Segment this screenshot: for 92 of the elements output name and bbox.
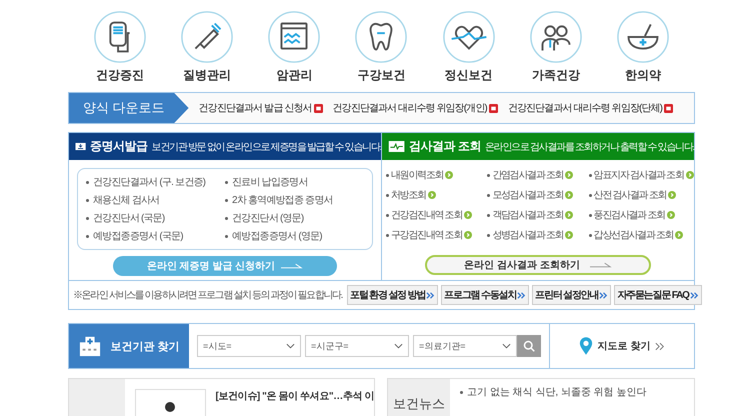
bullet-icon [588, 234, 592, 236]
panel-title: 증명서발급 [90, 138, 148, 155]
pdf-icon [488, 104, 498, 112]
category-label[interactable]: 구강보건 [357, 67, 406, 84]
go-arrow-icon[interactable] [565, 171, 574, 179]
bullet-icon [225, 180, 228, 184]
notice-text: ※온라인 서비스를 이용하시려면 프로그램 설치 등의 과정이 필요합니다. [73, 289, 342, 302]
form-download-link[interactable]: 건강진단결과서 발급 신청서 [198, 101, 323, 115]
result-link[interactable]: 모성검사결과 조회 [492, 188, 564, 202]
bullet-icon [86, 216, 89, 220]
iv-bag-icon[interactable] [93, 10, 147, 64]
go-arrow-icon[interactable] [565, 211, 574, 219]
certificate-link[interactable]: 진료비 납입증명서 [232, 175, 308, 189]
form-download-link[interactable]: 건강진단결과서 대리수령 위임장(개인) [332, 101, 498, 115]
panel-description: 보건기관 방문 없이 온라인으로 제증명을 발급할 수 있습니다. [152, 140, 381, 154]
go-arrow-icon[interactable] [565, 231, 574, 239]
bullet-icon [487, 194, 490, 196]
certificate-link[interactable]: 건강진단결과서 (구. 보건증) [93, 175, 206, 189]
go-arrow-icon[interactable] [668, 191, 676, 199]
go-arrow-icon[interactable] [464, 211, 472, 219]
help-button[interactable]: 프린터 설정안내 [532, 285, 612, 305]
result-link[interactable]: 산전 검사결과 조회 [594, 188, 666, 202]
result-link[interactable]: 성병검사결과 조회 [492, 228, 564, 242]
bullet-icon [225, 216, 228, 220]
result-link[interactable]: 암표지자 검사결과 조회 [594, 168, 684, 182]
panel-title: 검사결과 조회 [409, 138, 482, 155]
bullet-icon [588, 174, 592, 176]
double-chevron-icon [690, 290, 699, 300]
certificate-link[interactable]: 채용신체 검사서 [93, 193, 160, 207]
news-link[interactable]: 고기 없는 채식 식단, 뇌졸중 위험 높인다 [467, 385, 646, 399]
bullet-icon [487, 214, 490, 216]
certificate-link[interactable]: 예방접종증명서 (영문) [232, 229, 322, 243]
double-chevron-icon [599, 290, 608, 300]
certificate-link[interactable]: 건강진단서 (국문) [93, 211, 164, 225]
result-link[interactable]: 간염검사결과 조회 [492, 168, 564, 182]
bullet-icon [86, 234, 89, 238]
go-arrow-icon[interactable] [565, 191, 574, 199]
go-arrow-icon[interactable] [464, 231, 472, 239]
go-arrow-icon[interactable] [686, 171, 694, 179]
go-arrow-icon[interactable] [666, 211, 675, 219]
bullet-icon [86, 198, 89, 202]
result-button[interactable]: 온라인 검사결과 조회하기 [425, 255, 651, 275]
help-button[interactable]: 프로그램 수동설치 [441, 285, 530, 305]
help-button[interactable]: 자주묻는질문 FAQ [614, 285, 702, 305]
form-download-link[interactable]: 건강진단결과서 대리수령 위임장(단체) [508, 101, 674, 115]
result-link[interactable]: 갑상선검사결과 조회 [594, 228, 674, 242]
bullet-icon [588, 214, 592, 216]
bullet-icon [386, 194, 389, 196]
help-button[interactable]: 포털 환경 설정 방법 [347, 285, 438, 305]
couple-icon[interactable] [528, 10, 583, 64]
category-label[interactable]: 암관리 [276, 67, 312, 84]
result-link[interactable]: 건강검진내역 조회 [391, 208, 462, 222]
result-link[interactable]: 구강검진내역 조회 [391, 228, 462, 242]
go-arrow-icon[interactable] [428, 191, 436, 199]
bullet-icon [386, 234, 389, 236]
bullet-icon [386, 214, 389, 216]
result-link[interactable]: 풍진검사결과 조회 [594, 208, 665, 222]
news-title: 보건뉴스 [388, 379, 450, 416]
certificate-link[interactable]: 2차 홍역예방접종 증명서 [232, 193, 333, 207]
category-label[interactable]: 정신보건 [444, 67, 493, 84]
tooth-icon[interactable] [354, 10, 408, 64]
syringe-icon[interactable] [180, 10, 234, 64]
bullet-icon [386, 174, 389, 176]
bullet-icon [86, 180, 89, 184]
go-arrow-icon[interactable] [675, 231, 684, 239]
double-chevron-icon [426, 290, 436, 300]
bullet-icon [460, 390, 463, 394]
result-link[interactable]: 객담검사결과 조회 [492, 208, 564, 222]
mortar-bowl-icon[interactable] [616, 10, 670, 64]
panel-description: 온라인으로 검사결과를 조회하거나 출력할 수 있습니다. [485, 140, 694, 154]
certificate-link[interactable]: 예방접종증명서 (국문) [93, 229, 183, 243]
result-link[interactable]: 내원이력조회 [391, 168, 444, 182]
double-chevron-icon [517, 290, 526, 300]
download-title: 양식 다운로드 [69, 93, 189, 123]
heart-pulse-icon[interactable] [442, 10, 496, 64]
result-link[interactable]: 처방조회 [391, 188, 426, 202]
category-label[interactable]: 한의약 [624, 67, 661, 84]
monitor-chart-icon[interactable] [267, 10, 322, 64]
pdf-icon [314, 104, 323, 112]
pdf-icon [664, 104, 674, 112]
pulse-monitor-icon [388, 139, 406, 154]
category-label[interactable]: 건강증진 [96, 67, 144, 84]
bullet-icon [225, 198, 228, 202]
certificate-link[interactable]: 건강진단서 (영문) [232, 211, 304, 225]
bullet-icon [225, 234, 228, 238]
bullet-icon [487, 174, 490, 176]
side-panel [69, 379, 125, 416]
bullet-icon [588, 194, 592, 196]
category-label[interactable]: 가족건강 [532, 67, 580, 84]
go-arrow-icon[interactable] [445, 171, 454, 179]
bullet-icon [487, 234, 490, 236]
category-label[interactable]: 질병관리 [183, 67, 232, 84]
